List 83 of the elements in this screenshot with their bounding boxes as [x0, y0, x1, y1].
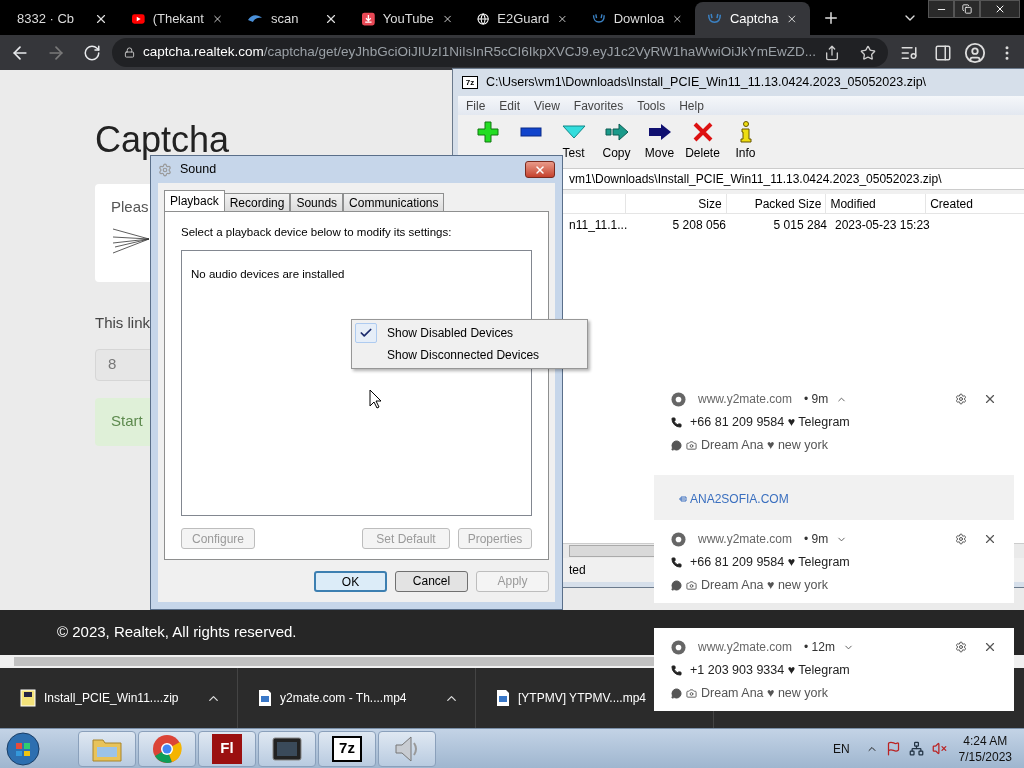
- taskbar-button[interactable]: Fl: [198, 730, 256, 767]
- page-heading: Captcha: [95, 122, 230, 158]
- flash-logo: Fl: [212, 733, 242, 764]
- download-name: [YTPMV] YTPMV....mp4: [518, 690, 647, 707]
- tab-title: Downloa: [613, 9, 665, 28]
- menu-item[interactable]: File: [466, 96, 486, 115]
- ad-link[interactable]: ANA2SOFIA.COM: [690, 489, 789, 508]
- address-bar[interactable]: captcha.realtek.com/captcha/get/eyJhbGciOiJIUzI1NiIsInR5cCI6IkpXVCJ9.eyJ1c2VyRW1haWwiOiJkYmEwZD...: [112, 38, 888, 67]
- table-cell-text: n11_11.1...: [568, 217, 628, 234]
- dialog-tab[interactable]: Sounds: [290, 193, 344, 211]
- download-name: y2mate.com - Th....mp4: [280, 690, 407, 707]
- table-cell-text: 5 015 284: [772, 217, 828, 234]
- toolbar-label: Copy: [602, 145, 631, 162]
- tab-title: Captcha: [729, 9, 779, 28]
- clock-time: 4:24 AM: [963, 732, 1008, 749]
- archiver-logo: 7z: [332, 735, 362, 762]
- site-name: www.y2mate.com: [698, 639, 793, 656]
- notification-time: • 9m: [804, 391, 829, 408]
- archiver-app-icon: 7z: [462, 76, 478, 89]
- tab-title: 8332 · Cb: [17, 9, 76, 28]
- tab-title: scan: [271, 9, 300, 28]
- dialog-tab[interactable]: Playback: [164, 190, 225, 211]
- browser-tab[interactable]: Downloa: [580, 2, 695, 35]
- tab-title: YouTube: [382, 9, 434, 28]
- toolbar-button[interactable]: Info: [726, 120, 765, 162]
- dialog-tab[interactable]: Communications: [343, 193, 445, 211]
- column-header[interactable]: Packed Size: [726, 194, 827, 213]
- browser-tab[interactable]: YouTube: [350, 2, 465, 35]
- browser-tab[interactable]: scan: [235, 2, 350, 35]
- menu-item[interactable]: Help: [679, 96, 704, 115]
- toolbar-button[interactable]: Copy: [597, 120, 636, 162]
- toolbar-label: Info: [735, 145, 756, 162]
- toolbar-button[interactable]: Test: [554, 120, 593, 162]
- dialog-button[interactable]: OK: [314, 570, 387, 592]
- window-title: Sound: [180, 161, 217, 179]
- copyright-text: © 2023, Realtek, All rights reserved.: [57, 622, 297, 643]
- url-text: captcha.realtek.com/captcha/get/eyJhbGciOiJIUzI1NiIsInR5cCI6IkpXVCJ9.eyJ1c2VyRW1haWwiOiJkYmEwZD...: [143, 43, 816, 62]
- link-text: This link: [95, 313, 150, 333]
- menu-item[interactable]: Favorites: [573, 96, 624, 115]
- empty-list-text: No audio devices are installed: [191, 268, 345, 281]
- browser-tab[interactable]: E2Guard: [465, 2, 580, 35]
- toolbar-label: Move: [644, 145, 675, 162]
- ad-banner[interactable]: ANA2SOFIA.COM: [654, 474, 1014, 523]
- notification-line: Dream Ana ♥ new york: [701, 576, 828, 594]
- download-name: Install_PCIE_Win11....zip: [44, 690, 179, 707]
- table-cell-text: 2023-05-23 15:23: [834, 217, 931, 234]
- site-name: www.y2mate.com: [698, 391, 793, 408]
- tab-title: (Thekant: [152, 9, 204, 28]
- menu-item[interactable]: Tools: [637, 96, 666, 115]
- notification-card[interactable]: www.y2mate.com • 9m +66 81 209 9584 ♥ Telegram Dream Ana ♥ new york: [654, 520, 1014, 603]
- dialog-tab[interactable]: Recording: [223, 193, 291, 211]
- notification-time: • 12m: [804, 639, 835, 656]
- taskbar-button[interactable]: 7z: [318, 730, 376, 767]
- site-name: www.y2mate.com: [698, 531, 793, 548]
- toolbar-button[interactable]: Move: [640, 120, 679, 162]
- notification-line: +66 81 209 9584 ♥ Telegram: [690, 414, 850, 431]
- status-text: ted: [569, 562, 586, 579]
- dialog-button[interactable]: Cancel: [395, 570, 468, 592]
- menu-item[interactable]: View: [534, 96, 560, 115]
- notification-time: • 9m: [804, 531, 829, 548]
- path-text: vm1\Downloads\Install_PCIE_Win11_11.13.0424.2023_05052023.zip\: [569, 171, 942, 188]
- clock-date: 7/15/2023: [958, 748, 1012, 765]
- table-cell-text: 5 208 056: [671, 217, 727, 234]
- toolbar-label: Delete: [685, 145, 720, 162]
- language-indicator[interactable]: EN: [832, 739, 850, 758]
- toolbar-label: Test: [562, 145, 585, 162]
- notification-line: Dream Ana ♥ new york: [701, 436, 828, 454]
- instruction-text: Select a playback device below to modify its settings:: [181, 225, 453, 240]
- menu-item-label: Show Disabled Devices: [387, 325, 514, 342]
- column-header[interactable]: Created: [926, 194, 1024, 213]
- column-header[interactable]: Size: [625, 194, 727, 213]
- window-title: C:\Users\vm1\Downloads\Install_PCIE_Win11_11.13.0424.2023_05052023.zip\: [486, 74, 927, 92]
- browser-tab[interactable]: Captcha: [695, 2, 810, 35]
- browser-tab[interactable]: (Thekant: [120, 2, 235, 35]
- toolbar-button[interactable]: Delete: [683, 120, 722, 162]
- notification-card[interactable]: www.y2mate.com • 12m +1 203 903 9334 ♥ Telegram Dream Ana ♥ new york: [654, 628, 1014, 711]
- column-header[interactable]: Modified: [826, 194, 927, 213]
- notification-line: +66 81 209 9584 ♥ Telegram: [690, 554, 850, 571]
- card-text: Pleas: [111, 197, 149, 217]
- browser-tab[interactable]: 8332 · Cb: [5, 2, 120, 35]
- tab-title: E2Guard: [497, 9, 550, 28]
- menu-item[interactable]: Edit: [499, 96, 521, 115]
- clock[interactable]: 4:24 AM 7/15/2023: [958, 732, 1012, 765]
